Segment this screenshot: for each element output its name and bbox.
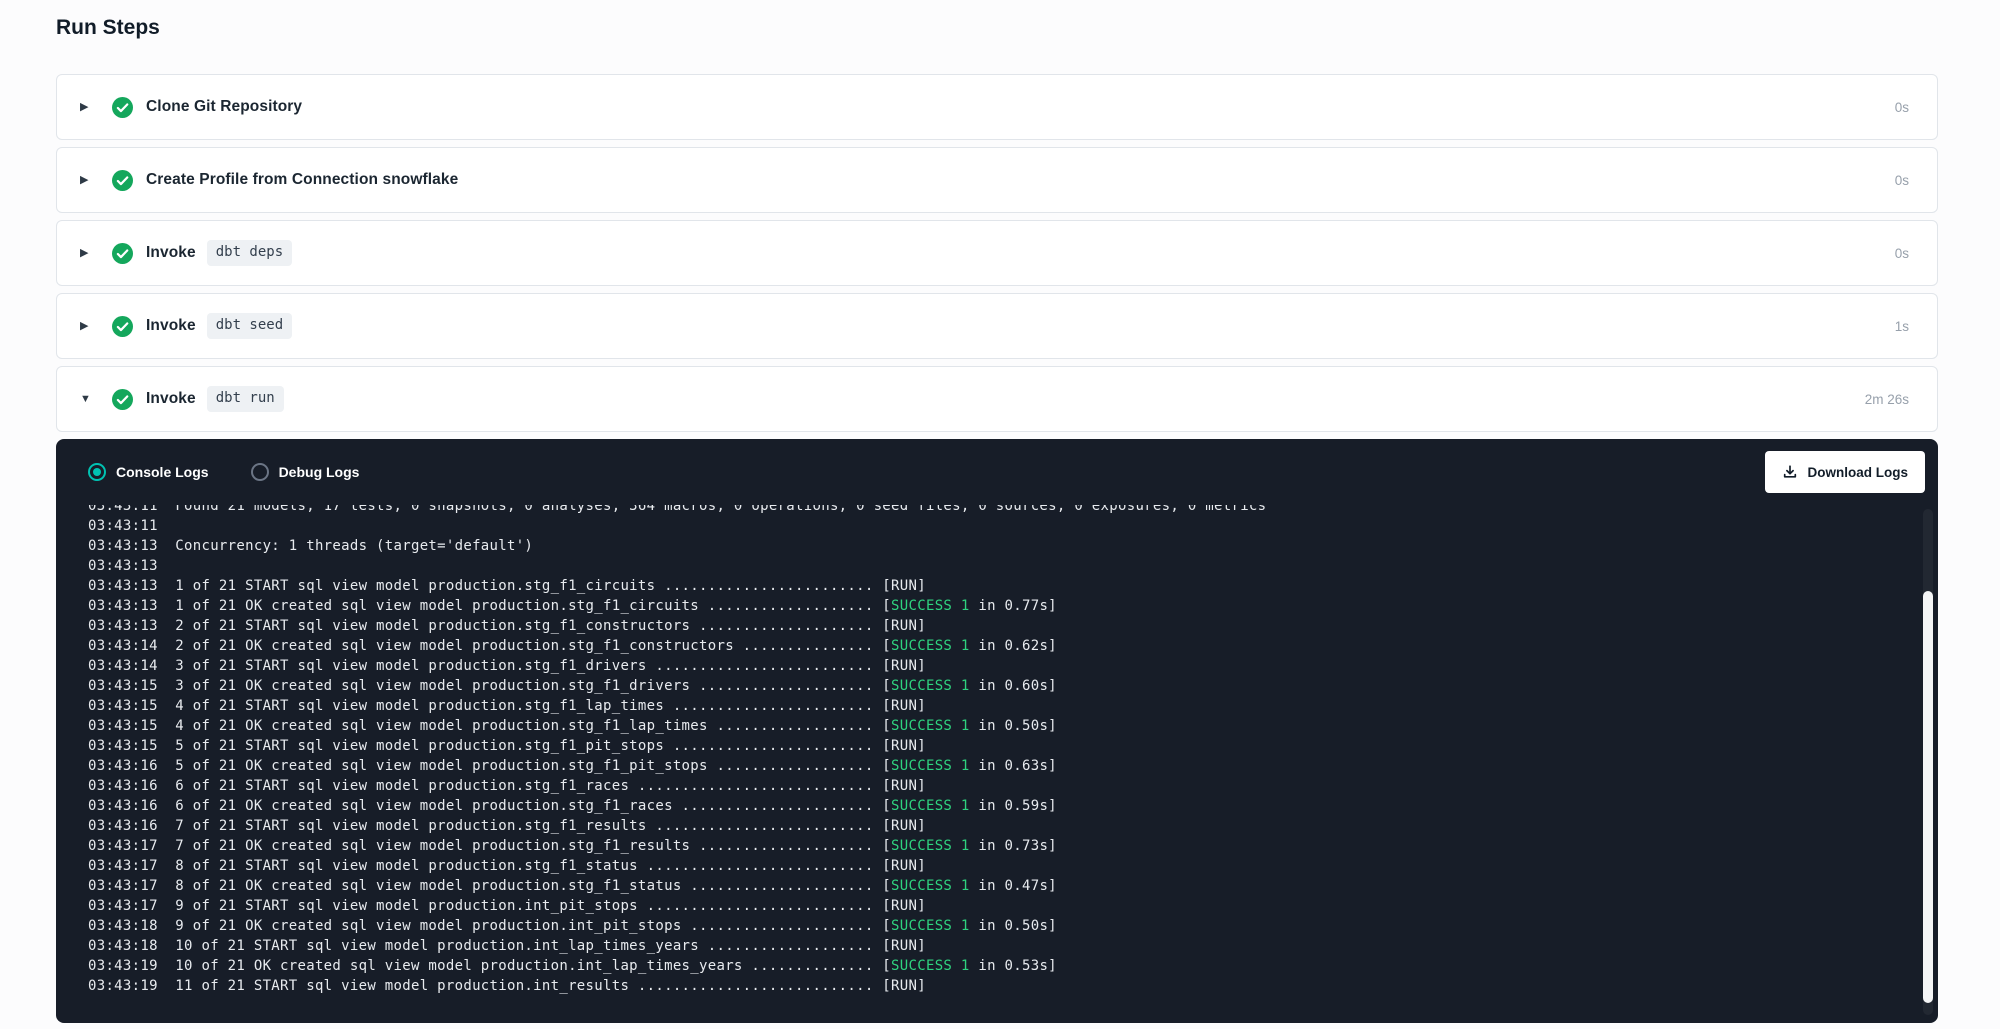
log-line: 03:43:13 — [88, 556, 1890, 576]
console-logs-panel: Console Logs Debug Logs Download Logs 03… — [56, 439, 1938, 1023]
success-badge: SUCCESS 1 — [891, 838, 970, 854]
log-line: 03:43:16 7 of 21 START sql view model pr… — [88, 816, 1890, 836]
log-line: 03:43:16 5 of 21 OK created sql view mod… — [88, 756, 1890, 776]
log-line: 03:43:11 — [88, 516, 1890, 536]
chevron-right-icon[interactable]: ▶ — [80, 102, 100, 113]
chevron-right-icon[interactable]: ▶ — [80, 321, 100, 332]
log-line: 03:43:13 Concurrency: 1 threads (target=… — [88, 536, 1890, 556]
log-line: 03:43:16 6 of 21 START sql view model pr… — [88, 776, 1890, 796]
run-step-row[interactable]: ▼ Invoke dbt run 2m 26s — [56, 366, 1938, 432]
step-label: Invoke — [146, 390, 196, 408]
log-line: 03:43:15 4 of 21 START sql view model pr… — [88, 696, 1890, 716]
log-line: 03:43:11 Found 21 models, 17 tests, 0 sn… — [88, 505, 1890, 516]
step-duration: 0s — [1895, 100, 1909, 115]
log-line: 03:43:15 4 of 21 OK created sql view mod… — [88, 716, 1890, 736]
scrollbar-thumb[interactable] — [1923, 591, 1933, 1003]
step-success-icon — [112, 170, 133, 191]
step-success-icon — [112, 316, 133, 337]
success-badge: SUCCESS 1 — [891, 678, 970, 694]
step-label: Clone Git Repository — [146, 98, 302, 116]
log-line: 03:43:17 7 of 21 OK created sql view mod… — [88, 836, 1890, 856]
run-steps-list: ▶ Clone Git Repository 0s ▶ Create Profile f… — [56, 74, 1938, 432]
step-duration: 0s — [1895, 246, 1909, 261]
step-label: Create Profile from Connection snowflake — [146, 171, 458, 189]
step-label: Invoke — [146, 317, 196, 335]
success-badge: SUCCESS 1 — [891, 798, 970, 814]
log-line: 03:43:13 2 of 21 START sql view model pr… — [88, 616, 1890, 636]
log-line: 03:43:18 9 of 21 OK created sql view mod… — [88, 916, 1890, 936]
log-line: 03:43:17 9 of 21 START sql view model pr… — [88, 896, 1890, 916]
success-badge: SUCCESS 1 — [891, 638, 970, 654]
log-line: 03:43:19 10 of 21 OK created sql view mo… — [88, 956, 1890, 976]
page-title: Run Steps — [56, 16, 1938, 40]
log-line: 03:43:13 1 of 21 START sql view model pr… — [88, 576, 1890, 596]
log-line: 03:43:15 3 of 21 OK created sql view mod… — [88, 676, 1890, 696]
log-line: 03:43:16 6 of 21 OK created sql view mod… — [88, 796, 1890, 816]
chevron-right-icon[interactable]: ▶ — [80, 248, 100, 259]
run-steps-page: Run Steps ▶ Clone Git Repository 0s ▶ Create… — [56, 16, 1938, 1023]
step-duration: 0s — [1895, 173, 1909, 188]
run-step-row[interactable]: ▶ Clone Git Repository 0s — [56, 74, 1938, 140]
debug-logs-tab[interactable]: Debug Logs — [251, 463, 360, 481]
success-badge: SUCCESS 1 — [891, 598, 970, 614]
step-code-chip: dbt deps — [207, 240, 292, 266]
download-logs-button[interactable]: Download Logs — [1765, 451, 1926, 493]
step-code-chip: dbt run — [207, 386, 284, 412]
run-step-row[interactable]: ▶ Invoke dbt seed 1s — [56, 293, 1938, 359]
run-step-row[interactable]: ▶ Create Profile from Connection snowflak… — [56, 147, 1938, 213]
console-logs-tab[interactable]: Console Logs — [88, 463, 209, 481]
log-line: 03:43:19 11 of 21 START sql view model p… — [88, 976, 1890, 996]
run-step-row[interactable]: ▶ Invoke dbt deps 0s — [56, 220, 1938, 286]
log-line: 03:43:17 8 of 21 OK created sql view mod… — [88, 876, 1890, 896]
console-log-output[interactable]: 03:43:11 Found 21 models, 17 tests, 0 sn… — [56, 505, 1938, 1023]
log-line: 03:43:17 8 of 21 START sql view model pr… — [88, 856, 1890, 876]
step-success-icon — [112, 97, 133, 118]
download-logs-label: Download Logs — [1808, 465, 1909, 480]
download-icon — [1782, 464, 1798, 480]
success-badge: SUCCESS 1 — [891, 758, 970, 774]
success-badge: SUCCESS 1 — [891, 958, 970, 974]
console-header: Console Logs Debug Logs Download Logs — [56, 439, 1938, 505]
radio-button-icon — [88, 463, 106, 481]
step-success-icon — [112, 389, 133, 410]
log-line: 03:43:15 5 of 21 START sql view model pr… — [88, 736, 1890, 756]
log-line: 03:43:14 2 of 21 OK created sql view mod… — [88, 636, 1890, 656]
radio-button-icon — [251, 463, 269, 481]
log-line: 03:43:13 1 of 21 OK created sql view mod… — [88, 596, 1890, 616]
chevron-right-icon[interactable]: ▶ — [80, 175, 100, 186]
success-badge: SUCCESS 1 — [891, 918, 970, 934]
console-log-area: 03:43:11 Found 21 models, 17 tests, 0 sn… — [56, 505, 1938, 1023]
step-success-icon — [112, 243, 133, 264]
success-badge: SUCCESS 1 — [891, 878, 970, 894]
success-badge: SUCCESS 1 — [891, 718, 970, 734]
console-logs-label: Console Logs — [116, 464, 209, 480]
chevron-down-icon[interactable]: ▼ — [80, 394, 100, 405]
log-line: 03:43:18 10 of 21 START sql view model p… — [88, 936, 1890, 956]
step-duration: 2m 26s — [1865, 392, 1909, 407]
step-code-chip: dbt seed — [207, 313, 292, 339]
step-duration: 1s — [1895, 319, 1909, 334]
step-label: Invoke — [146, 244, 196, 262]
debug-logs-label: Debug Logs — [279, 464, 360, 480]
log-line: 03:43:14 3 of 21 START sql view model pr… — [88, 656, 1890, 676]
